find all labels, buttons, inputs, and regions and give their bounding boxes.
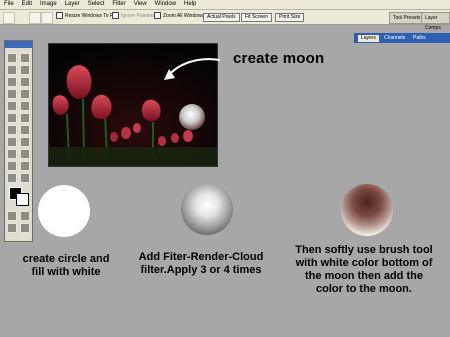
tab-channels[interactable]: Channels	[381, 35, 408, 42]
full-screen-mode-icon[interactable]	[20, 223, 30, 233]
path-selection-tool-icon[interactable]	[7, 137, 17, 147]
move-tool-icon[interactable]	[20, 53, 30, 63]
resize-windows-option[interactable]: Resize Windows To Fit	[56, 12, 115, 21]
eyedropper-tool-icon[interactable]	[20, 161, 30, 171]
shape-tool-icon[interactable]	[20, 149, 30, 159]
fit-screen-button[interactable]: Fit Screen	[241, 13, 272, 22]
moon-image	[179, 104, 205, 130]
small-tulip	[183, 130, 193, 142]
zoom-all-windows-checkbox[interactable]	[154, 12, 161, 20]
menu-view[interactable]: View	[130, 0, 151, 9]
zoom-out-icon[interactable]	[41, 12, 53, 24]
menu-help[interactable]: Help	[180, 0, 200, 9]
cloud-circle	[181, 183, 233, 235]
zoom-tool-panel-icon[interactable]	[20, 173, 30, 183]
ignore-palettes-checkbox[interactable]	[112, 12, 119, 20]
history-brush-tool-icon[interactable]	[20, 101, 30, 111]
eraser-tool-icon[interactable]	[7, 113, 17, 123]
clone-stamp-tool-icon[interactable]	[7, 101, 17, 111]
small-tulip	[158, 136, 166, 146]
actual-pixels-button[interactable]: Actual Pixels	[203, 13, 240, 22]
small-tulip	[121, 127, 131, 139]
menu-edit[interactable]: Edit	[18, 0, 36, 9]
background-color-swatch[interactable]	[16, 193, 29, 206]
layers-panel: Layers Channels Paths	[354, 33, 450, 43]
small-tulip	[133, 123, 141, 133]
lasso-tool-icon[interactable]	[7, 65, 17, 75]
pen-tool-icon[interactable]	[7, 149, 17, 159]
tool-presets-tab[interactable]: Tool Presets	[389, 12, 425, 24]
grass-ground	[49, 147, 217, 166]
step-title: create moon	[233, 50, 325, 67]
hand-tool-icon[interactable]	[7, 173, 17, 183]
marquee-tool-icon[interactable]	[7, 53, 17, 63]
pointer-arrow-icon	[164, 58, 221, 80]
colored-moon-circle	[341, 184, 393, 236]
tab-layers[interactable]: Layers	[358, 35, 380, 42]
menu-filter[interactable]: Filter	[108, 0, 129, 9]
menu-bar: File Edit Image Layer Select Filter View…	[0, 0, 450, 10]
tools-palette-header	[5, 41, 32, 48]
healing-brush-tool-icon[interactable]	[7, 89, 17, 99]
zoom-tool-icon[interactable]	[3, 12, 15, 24]
type-tool-icon[interactable]	[20, 137, 30, 147]
standard-mode-icon[interactable]	[7, 211, 17, 221]
zoom-in-icon[interactable]	[29, 12, 41, 24]
blur-tool-icon[interactable]	[7, 125, 17, 135]
caption-step-1: create circle and fill with white	[22, 253, 110, 278]
dodge-tool-icon[interactable]	[20, 125, 30, 135]
magic-wand-tool-icon[interactable]	[20, 65, 30, 75]
print-size-button[interactable]: Print Size	[275, 13, 305, 22]
ignore-palettes-option[interactable]: Ignore Palettes	[112, 12, 155, 21]
menu-layer[interactable]: Layer	[61, 0, 84, 9]
caption-step-3: Then softly use brush tool with white co…	[295, 244, 433, 295]
menu-image[interactable]: Image	[36, 0, 61, 9]
options-bar: Resize Windows To Fit Ignore Palettes Zo…	[0, 10, 450, 25]
brush-tool-icon[interactable]	[20, 89, 30, 99]
quick-mask-icon[interactable]	[20, 211, 30, 221]
notes-tool-icon[interactable]	[7, 161, 17, 171]
layer-comps-tab[interactable]: Layer Comps	[421, 12, 450, 31]
zoom-all-windows-option[interactable]: Zoom All Windows	[154, 12, 204, 21]
resize-windows-checkbox[interactable]	[56, 12, 63, 20]
small-tulip	[171, 133, 179, 143]
small-tulip	[110, 132, 118, 142]
crop-tool-icon[interactable]	[7, 77, 17, 87]
menu-file[interactable]: File	[0, 0, 18, 9]
screen-mode-icon[interactable]	[7, 223, 17, 233]
gradient-tool-icon[interactable]	[20, 113, 30, 123]
white-circle	[38, 185, 90, 237]
menu-select[interactable]: Select	[84, 0, 109, 9]
caption-step-2: Add Fiter-Render-Cloud filter.Apply 3 or…	[138, 251, 264, 276]
tools-palette	[4, 40, 33, 242]
tab-paths[interactable]: Paths	[410, 35, 429, 42]
menu-window[interactable]: Window	[151, 0, 180, 9]
slice-tool-icon[interactable]	[20, 77, 30, 87]
